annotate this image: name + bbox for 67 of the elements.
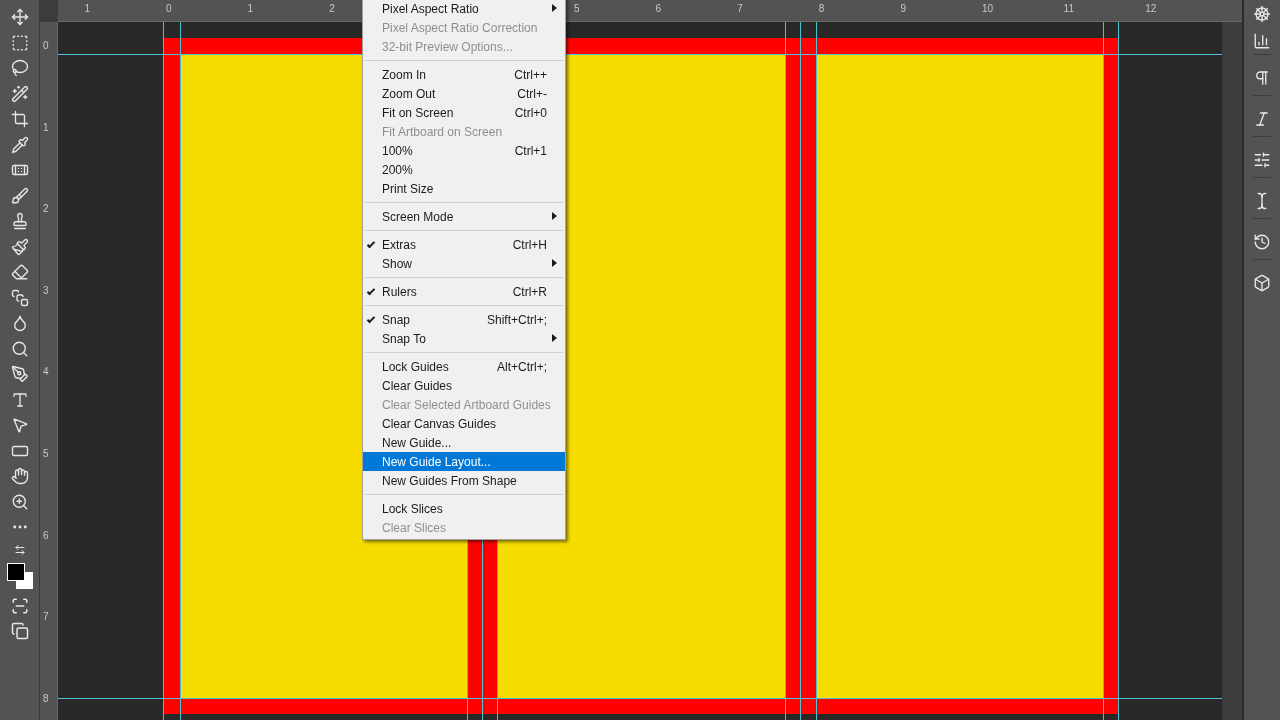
wheel-icon[interactable] [1253, 4, 1271, 23]
cube-icon[interactable] [1253, 274, 1271, 292]
ruler-label: 0 [166, 3, 172, 15]
eraser-icon[interactable] [10, 263, 29, 281]
ruler-label: 1 [84, 3, 90, 15]
menu-item[interactable]: Screen Mode [363, 207, 565, 226]
ruler-label: 8 [43, 692, 49, 705]
paintbrush-icon[interactable] [10, 237, 29, 256]
ruler-label: 7 [43, 611, 49, 624]
crop-icon[interactable] [10, 110, 29, 128]
ruler-label: 0 [43, 40, 49, 52]
stamp-icon[interactable] [10, 212, 29, 230]
menu-item[interactable]: Clear Canvas Guides [363, 414, 565, 433]
hand-icon[interactable] [10, 467, 29, 485]
menu-item[interactable]: Lock Guides Alt+Ctrl+; [363, 357, 565, 376]
ruler-label: 8 [818, 3, 825, 15]
ruler-label: 12 [1145, 3, 1157, 15]
ruler-label: 6 [43, 529, 49, 542]
menu-item[interactable]: Zoom Out Ctrl+- [363, 84, 565, 103]
menu-item[interactable]: Lock Slices [363, 499, 565, 518]
pointer-icon[interactable] [10, 416, 29, 434]
menu-item[interactable]: Print Size [363, 179, 565, 198]
brush-icon[interactable] [10, 186, 29, 205]
menu-item[interactable]: New Guides From Shape [363, 471, 565, 490]
glyph-icon[interactable] [1253, 110, 1271, 128]
menu-item[interactable]: New Guide... [363, 433, 565, 452]
menu-item[interactable]: Snap Shift+Ctrl+; [363, 310, 565, 329]
swap-icon[interactable] [13, 543, 26, 556]
eyedropper-icon[interactable] [10, 135, 29, 154]
zoom-icon[interactable] [10, 492, 29, 511]
menu-item[interactable]: 200% [363, 160, 565, 179]
ruler-label: 9 [900, 3, 906, 15]
menu-item[interactable]: Fit on Screen Ctrl+0 [363, 103, 565, 122]
screen-mode-icon[interactable] [10, 622, 29, 640]
menu-item[interactable]: Snap To [363, 329, 565, 348]
color-swatches[interactable] [6, 563, 33, 589]
menu-item[interactable]: Rulers Ctrl+R [363, 282, 565, 301]
menu-item[interactable]: New Guide Layout... [363, 452, 565, 471]
move-icon[interactable] [10, 8, 29, 26]
pen-icon[interactable] [10, 365, 29, 383]
ruler-label: 1 [43, 121, 49, 134]
ruler-label: 5 [574, 3, 580, 15]
ruler-label: 10 [982, 3, 994, 15]
wand-icon[interactable] [10, 84, 29, 103]
lasso-icon[interactable] [10, 59, 29, 77]
ruler-label: 3 [43, 284, 49, 297]
menu-item[interactable]: 100% Ctrl+1 [363, 141, 565, 160]
menu-item[interactable]: Extras Ctrl+H [363, 235, 565, 254]
ruler-label: 2 [329, 3, 335, 15]
histogram-icon[interactable] [1253, 31, 1271, 50]
history-icon[interactable] [1253, 233, 1271, 251]
ruler-label: 5 [43, 448, 49, 460]
paragraph-icon[interactable] [1253, 69, 1271, 87]
mask-icon[interactable] [10, 596, 29, 615]
sliders-icon[interactable] [1253, 151, 1271, 169]
type-icon[interactable] [10, 390, 29, 409]
ruler-label: 6 [655, 3, 662, 15]
ruler-label: 4 [43, 366, 49, 379]
ruler-label: 11 [1063, 3, 1074, 15]
menu-item[interactable]: Show [363, 254, 565, 273]
menu-item[interactable]: Pixel Aspect Ratio [363, 0, 565, 18]
ruler-label: 2 [43, 203, 49, 216]
marquee-icon[interactable] [10, 33, 29, 52]
ruler-label: 7 [737, 3, 743, 15]
menu-item[interactable]: Zoom In Ctrl++ [363, 65, 565, 84]
menu-item[interactable]: Clear Guides [363, 376, 565, 395]
ruler-label: 1 [247, 3, 254, 15]
